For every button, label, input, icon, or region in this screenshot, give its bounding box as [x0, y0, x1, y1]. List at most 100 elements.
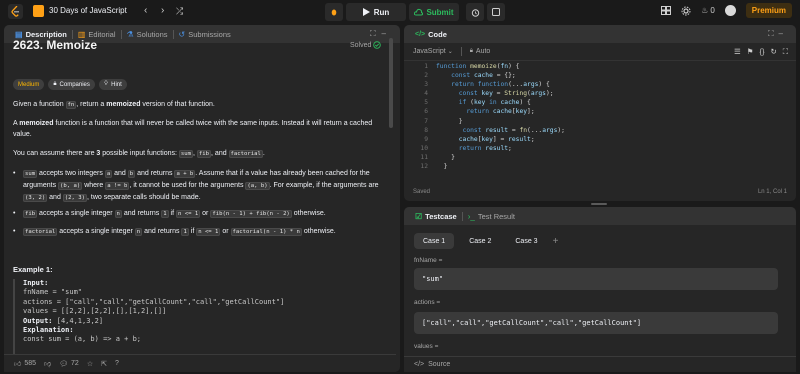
tab-test-result[interactable]: ›_ Test Result — [463, 207, 520, 225]
tab-testcase[interactable]: ☑ Testcase — [410, 207, 462, 225]
saved-status: Saved — [413, 189, 431, 195]
leetcode-logo-icon[interactable] — [8, 4, 23, 19]
inline-code: factorial — [228, 150, 263, 158]
streak-counter[interactable]: ♨ 0 — [701, 6, 715, 15]
premium-button[interactable]: Premium — [745, 3, 792, 18]
problem-title: 2623. Memoize — [13, 38, 98, 52]
code-editor[interactable]: 1 2 3 4 5 6 7 8 9 10 11 12 function memoize(fn) { c… — [404, 62, 796, 184]
braces-icon[interactable]: {} — [759, 47, 764, 57]
line-number: 9 — [424, 135, 428, 143]
panel-window-controls[interactable]: ⛶– — [768, 29, 788, 39]
streak-count: 0 — [710, 6, 715, 15]
study-plan-title[interactable]: 30 Days of JavaScript — [49, 6, 127, 15]
example-output-value: [4,4,1,3,2] — [52, 316, 104, 325]
bullet-factorial: factorial accepts a single integer n and… — [13, 226, 383, 238]
text-fragment: . — [262, 150, 265, 157]
description-footer: 👍︎ 585 👎︎ 💬︎ 72 ☆ ⇱ ? — [4, 354, 396, 372]
submit-button[interactable]: Submit — [409, 3, 459, 21]
case-tab-3[interactable]: Case 3 — [506, 233, 546, 249]
source-bar[interactable]: </> Source — [404, 356, 796, 372]
like-button[interactable]: 👍︎ 585 — [14, 359, 36, 368]
description-scrollbar[interactable] — [389, 38, 393, 128]
help-icon[interactable]: ? — [115, 360, 119, 367]
gear-icon[interactable] — [681, 6, 691, 16]
editor-actions: ☰ ⚑ {} ↻ ⛶ — [734, 47, 788, 57]
share-icon[interactable]: ⇱ — [101, 360, 107, 368]
alarm-clock-icon — [471, 8, 479, 17]
timer-button[interactable] — [466, 3, 484, 21]
fnname-input[interactable]: "sum" — [414, 268, 778, 290]
check-circle-icon — [373, 41, 382, 49]
case-tab-2[interactable]: Case 2 — [460, 233, 500, 249]
text-fragment: function is a function that will never b… — [13, 120, 373, 138]
tab-submissions-label: Submissions — [188, 29, 231, 39]
text-fragment: where — [82, 182, 106, 189]
prev-problem-icon[interactable]: ‹ — [144, 5, 147, 17]
layout-grid-icon[interactable] — [661, 6, 672, 15]
text-fragment: and returns — [121, 210, 162, 217]
line-number: 1 — [424, 63, 428, 70]
fnname-label: fnName = — [414, 257, 443, 264]
inline-code: a + b — [174, 170, 196, 178]
hint-label: Hint — [111, 81, 122, 88]
companies-badge[interactable]: 🔒︎ Companies — [48, 79, 95, 90]
line-number: 10 — [420, 144, 428, 152]
language-label: JavaScript — [413, 48, 446, 55]
submit-label: Submit — [426, 7, 454, 17]
inline-code: (3, 2) — [23, 194, 48, 202]
intro-paragraph: Given a function fn, return a memoized v… — [13, 99, 385, 111]
minimize-icon[interactable]: – — [779, 29, 788, 38]
testcase-tabs: ☑ Testcase ›_ Test Result — [404, 207, 796, 225]
avatar[interactable] — [724, 5, 736, 16]
code-brackets-icon: </> — [415, 30, 426, 38]
notes-button[interactable] — [487, 3, 505, 21]
example-input-label: Input: — [23, 279, 49, 287]
actions-input[interactable]: ["call","call","getCallCount","call","ge… — [414, 312, 778, 334]
run-button[interactable]: Run — [346, 3, 406, 21]
code-lines[interactable]: function memoize(fn) { const cache = {};… — [436, 62, 565, 171]
language-select[interactable]: JavaScript ⌄ — [413, 48, 453, 55]
hint-badge[interactable]: 💡︎ Hint — [98, 79, 127, 90]
tab-code[interactable]: </> Code — [410, 25, 452, 43]
text-fragment: , and — [211, 150, 229, 157]
line-number: 8 — [424, 126, 428, 134]
lightbulb-icon: 💡︎ — [103, 81, 109, 87]
inline-code: n — [114, 210, 122, 218]
flame-icon: ♨ — [701, 6, 709, 15]
bookmark-icon[interactable]: ⚑ — [747, 47, 754, 57]
text-fragment: version of that function. — [140, 101, 215, 108]
comments-button[interactable]: 💬︎ 72 — [59, 360, 79, 368]
add-case-icon[interactable]: + — [553, 236, 559, 247]
top-bar: 30 Days of JavaScript ‹ › ⤮ Run Submit ♨… — [0, 0, 800, 24]
example-line: actions = ["call","call","getCallCount",… — [23, 297, 285, 306]
inline-code: (a, b) — [245, 182, 270, 190]
maximize-icon[interactable]: ⛶ — [370, 29, 382, 38]
tab-submissions[interactable]: ↺ Submissions — [174, 25, 236, 43]
text-fragment: accepts two integers — [37, 170, 105, 177]
debug-button[interactable] — [325, 3, 343, 21]
fullscreen-icon[interactable]: ⛶ — [783, 47, 788, 57]
thumbs-down-icon[interactable]: 👎︎ — [44, 359, 51, 368]
text-fragment: and — [112, 170, 128, 177]
reset-icon[interactable]: ↻ — [770, 47, 776, 57]
note-icon — [492, 8, 500, 16]
star-icon[interactable]: ☆ — [87, 360, 93, 368]
companies-label: Companies — [59, 81, 90, 88]
shuffle-icon[interactable]: ⤮ — [176, 5, 183, 17]
bullet-fib: fib accepts a single integer n and retur… — [13, 208, 383, 220]
example-block: Input: fnName = "sum" actions = ["call",… — [13, 279, 388, 357]
lock-icon: 🔒︎ — [469, 48, 473, 54]
panel-resize-handle[interactable] — [591, 203, 607, 205]
case-tab-1[interactable]: Case 1 — [414, 233, 455, 249]
next-problem-icon[interactable]: › — [161, 5, 164, 17]
tab-solutions[interactable]: ⚗ Solutions — [122, 25, 173, 43]
inline-code: fib — [23, 210, 38, 218]
format-icon[interactable]: ☰ — [734, 47, 741, 57]
text-fragment: otherwise. — [301, 228, 336, 235]
auto-save-toggle[interactable]: 🔒︎ Auto — [470, 48, 491, 55]
minimize-icon[interactable]: – — [382, 29, 392, 38]
text-fragment: possible input functions: — [100, 150, 179, 157]
maximize-icon[interactable]: ⛶ — [768, 29, 779, 38]
terminal-icon: ›_ — [467, 211, 475, 221]
thumbs-up-icon: 👍︎ — [14, 361, 22, 368]
